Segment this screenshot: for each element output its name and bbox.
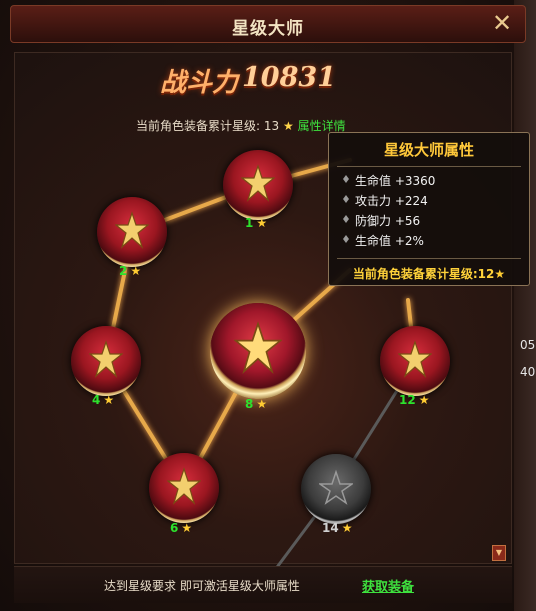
gold-star-emblem-icon — [234, 321, 282, 374]
node-6-label: 6 ★ — [170, 521, 193, 535]
tooltip-footer: 当前角色装备累计星级:12★ — [352, 267, 506, 281]
star-icon: ★ — [494, 267, 506, 281]
activation-hint: 达到星级要求 即可激活星级大师属性 — [104, 579, 300, 593]
node-8-label: 8 ★ — [245, 397, 268, 411]
gold-star-emblem-icon — [167, 467, 201, 505]
gold-star-emblem-icon — [398, 340, 432, 378]
star-icon: ★ — [181, 521, 193, 535]
scroll-down-button[interactable]: ▼ — [492, 545, 506, 561]
bullet-icon — [343, 215, 349, 223]
gold-star-emblem-icon — [115, 211, 149, 249]
bullet-icon — [343, 195, 349, 203]
star-node-12[interactable] — [380, 326, 450, 396]
star-icon: ★ — [341, 521, 353, 535]
tooltip-attribute-row: 防御力 +56 — [343, 212, 420, 229]
bottom-bar: 达到星级要求 即可激活星级大师属性 获取装备 — [14, 566, 512, 603]
star-node-14[interactable] — [301, 454, 371, 524]
bullet-icon — [343, 235, 349, 243]
node-2-label: 2 ★ — [119, 264, 142, 278]
star-node-8[interactable] — [210, 303, 306, 399]
star-icon: ★ — [103, 393, 115, 407]
node-14-label: 14 ★ — [322, 521, 353, 535]
bullet-icon — [343, 175, 349, 183]
divider — [337, 166, 521, 167]
node-1-label: 1 ★ — [245, 216, 268, 230]
node-12-label: 12 ★ — [399, 393, 430, 407]
star-icon: ★ — [130, 264, 142, 278]
gold-star-emblem-icon — [241, 164, 275, 202]
star-icon: ★ — [256, 216, 268, 230]
tooltip-attribute-row: 攻击力 +224 — [343, 192, 428, 209]
tooltip-attribute-row: 生命值 +3360 — [343, 172, 435, 189]
star-node-4[interactable] — [71, 326, 141, 396]
star-icon: ★ — [256, 397, 268, 411]
tooltip-title: 星级大师属性 — [383, 141, 474, 159]
star-node-6[interactable] — [149, 453, 219, 523]
gold-star-emblem-icon — [89, 340, 123, 378]
get-equipment-link[interactable]: 获取装备 — [362, 576, 414, 595]
star-master-window: 05 40 星级大师 ✕ 战斗力 10831 当前角色装备累计星级: 13 ★ … — [0, 0, 536, 611]
star-icon: ★ — [418, 393, 430, 407]
star-node-2[interactable] — [97, 197, 167, 267]
pentagram-locked-icon — [319, 469, 353, 505]
tooltip-attribute-row: 生命值 +2% — [343, 232, 424, 249]
divider — [337, 258, 521, 259]
node-4-label: 4 ★ — [92, 393, 115, 407]
star-node-1[interactable] — [223, 150, 293, 220]
attribute-tooltip: 星级大师属性 生命值 +3360 攻击力 +224 防御力 +56 生命值 +2… — [328, 132, 530, 286]
